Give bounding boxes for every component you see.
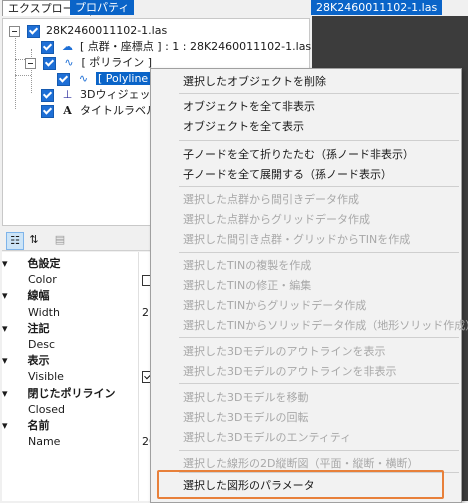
property-name: Color (28, 273, 57, 287)
chevron-down-icon[interactable]: ▾ (2, 354, 8, 367)
property-name: Width (28, 305, 60, 319)
menu-separator (179, 140, 459, 141)
property-category-label: 閉じたポリライン (27, 386, 116, 400)
menu-item[interactable]: 選択したオブジェクトを削除 (183, 73, 326, 91)
menu-item[interactable]: 子ノードを全て折りたたむ（孫ノード非表示） (183, 146, 414, 164)
menu-item[interactable]: オブジェクトを全て非表示 (183, 98, 315, 116)
axes-icon: ⊥ (62, 88, 73, 101)
property-category-label: 表示 (27, 354, 50, 368)
menu-separator (179, 93, 459, 94)
tree-node-title-label-label: タイトルラベル (80, 104, 157, 117)
chevron-down-icon[interactable]: ▾ (2, 289, 8, 302)
tab-bar: エクスプローラ プロパティ 28K2460011102-1.las (0, 0, 468, 16)
menu-item[interactable]: 選択した3Dモデルのアウトラインを表示 (183, 343, 385, 361)
property-name: Closed (28, 402, 65, 416)
tree-node-points[interactable]: ☁ [ 点群・座標点 ] : 1 : 28K2460011102-1.las (41, 39, 311, 55)
tree-node-polyline-group-label: [ ポリライン ] (81, 56, 153, 69)
polyline-icon: ∿ (64, 56, 74, 69)
menu-separator (179, 186, 459, 187)
property-value[interactable]: 2 (142, 305, 149, 320)
menu-item[interactable]: 選択した3Dモデルを移動 (183, 389, 308, 407)
points-checkbox[interactable] (41, 40, 54, 54)
property-category-label: 色設定 (27, 257, 61, 270)
menu-separator (179, 337, 459, 338)
menu-separator (179, 252, 459, 253)
tree-node-root-label: 28K2460011102-1.las (46, 24, 168, 37)
polyline-checkbox[interactable] (57, 72, 70, 86)
menu-item[interactable]: オブジェクトを全て表示 (183, 118, 304, 136)
root-checkbox[interactable] (26, 24, 40, 38)
collapse-icon[interactable] (9, 25, 20, 37)
chevron-down-icon[interactable]: ▾ (2, 322, 8, 335)
text-icon: A (63, 104, 72, 117)
menu-item[interactable]: 選択した間引き点群・グリッドからTINを作成 (183, 231, 410, 249)
categorized-icon[interactable]: ☷ (6, 232, 24, 250)
property-category-label: 注記 (27, 321, 50, 335)
menu-item[interactable]: 選択した3Dモデルの回転 (183, 409, 308, 427)
property-name: Name (28, 435, 61, 449)
chevron-down-icon[interactable]: ▾ (2, 387, 8, 400)
context-menu: 選択したオブジェクトを削除 オブジェクトを全て非表示 オブジェクトを全て表示子ノード… (150, 68, 468, 503)
tree-node-polyline-group[interactable]: ∿ [ ポリライン ] (25, 55, 152, 71)
menu-item[interactable]: 選択したTINの修正・編集 (183, 277, 311, 295)
polyline-icon: ∿ (78, 72, 89, 85)
property-pages-icon[interactable]: ▤ (52, 232, 68, 248)
tree-node-root[interactable]: 28K2460011102-1.las (9, 23, 167, 39)
property-category-label: 線幅 (27, 289, 50, 303)
highlight-box (157, 470, 444, 499)
property-name: Desc (28, 338, 56, 351)
widget-checkbox[interactable] (41, 88, 54, 102)
menu-separator (179, 383, 459, 384)
menu-item[interactable]: 選択したTINからソリッドデータ作成（地形ソリッド作成） (183, 317, 468, 335)
chevron-down-icon[interactable]: ▾ (2, 419, 8, 432)
tree-node-widget[interactable]: ⊥ 3Dウィジェット (41, 87, 161, 103)
chevron-down-icon[interactable]: ▾ (2, 257, 8, 270)
menu-item[interactable]: 子ノードを全て展開する（孫ノード表示） (183, 166, 392, 184)
menu-item[interactable]: 選択したTINの複製を作成 (183, 257, 311, 275)
cloud-icon: ☁ (62, 40, 73, 53)
sort-alpha-icon[interactable]: ⇅ (26, 232, 42, 248)
tree-node-title-label[interactable]: A タイトルラベル (41, 103, 157, 119)
tab-file[interactable]: 28K2460011102-1.las (311, 0, 443, 15)
menu-separator (179, 450, 459, 451)
title-label-checkbox[interactable] (41, 104, 54, 118)
collapse-icon[interactable] (25, 57, 36, 69)
menu-item[interactable]: 選択した3Dモデルのアウトラインを非表示 (183, 363, 396, 381)
menu-item[interactable]: 選択した点群からグリッドデータ作成 (183, 211, 370, 229)
property-name: Visible (28, 370, 64, 384)
property-divider[interactable] (138, 252, 139, 501)
menu-item[interactable]: 選択したTINからグリッドデータ作成 (183, 297, 366, 315)
polyline-group-checkbox[interactable] (42, 56, 56, 70)
tab-property[interactable]: プロパティ (70, 0, 135, 15)
property-category-label: 名前 (27, 419, 50, 432)
menu-item[interactable]: 選択した点群から間引きデータ作成 (183, 191, 359, 209)
menu-item[interactable]: 選択した3Dモデルのエンティティ (183, 429, 351, 447)
tree-node-points-label: [ 点群・座標点 ] : 1 : 28K2460011102-1.las (80, 40, 312, 53)
